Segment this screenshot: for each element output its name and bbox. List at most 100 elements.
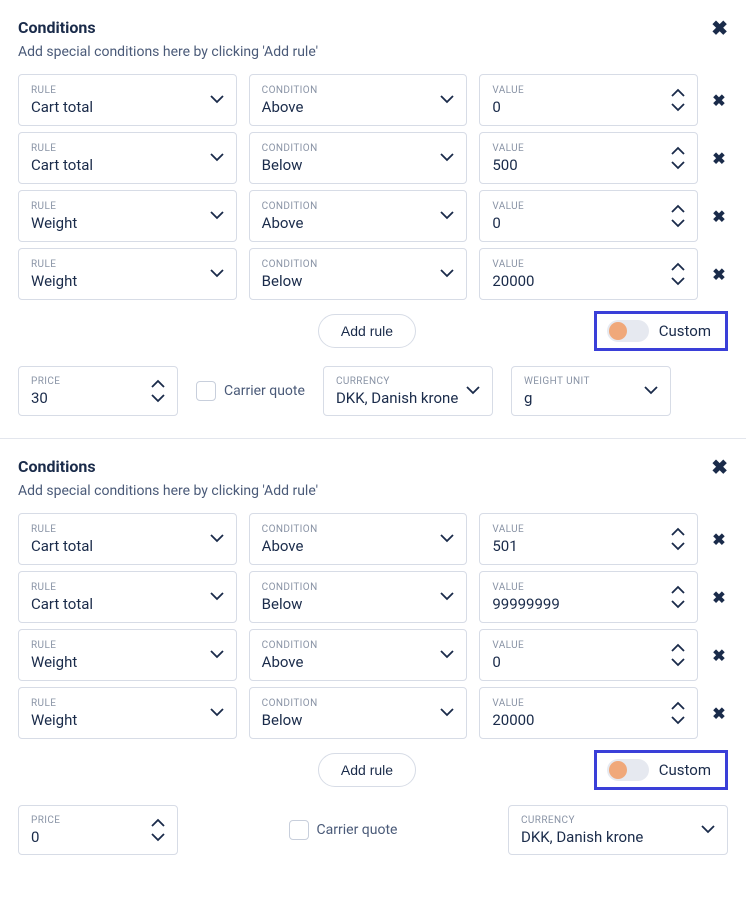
- section-subtitle: Add special conditions here by clicking …: [18, 44, 728, 60]
- stepper-arrows[interactable]: [671, 146, 685, 170]
- add-rule-button[interactable]: Add rule: [318, 753, 416, 787]
- value-stepper[interactable]: VALUE0: [479, 74, 698, 126]
- chevron-up-icon[interactable]: [671, 88, 685, 97]
- rule-row: RULECart totalCONDITIONAboveVALUE0 ✖: [18, 74, 728, 126]
- chevron-up-icon[interactable]: [151, 818, 165, 827]
- add-rule-button[interactable]: Add rule: [318, 314, 416, 348]
- chevron-down-icon: [210, 95, 224, 105]
- chevron-up-icon[interactable]: [671, 204, 685, 213]
- value-stepper[interactable]: VALUE501: [479, 513, 698, 565]
- field-label: VALUE: [492, 259, 671, 270]
- delete-rule-icon[interactable]: ✖: [710, 149, 728, 168]
- value-stepper[interactable]: VALUE20000: [479, 687, 698, 739]
- value-stepper[interactable]: VALUE0: [479, 190, 698, 242]
- value-stepper[interactable]: VALUE500: [479, 132, 698, 184]
- chevron-down-icon[interactable]: [671, 161, 685, 170]
- delete-rule-icon[interactable]: ✖: [710, 646, 728, 665]
- chevron-down-icon: [440, 708, 454, 718]
- chevron-down-icon[interactable]: [151, 833, 165, 842]
- rule-select[interactable]: RULE Weight: [18, 629, 237, 681]
- field-label: RULE: [31, 640, 210, 651]
- stepper-arrows[interactable]: [671, 701, 685, 725]
- field-value: Above: [262, 537, 441, 555]
- field-label: PRICE: [31, 376, 151, 387]
- chevron-down-icon[interactable]: [151, 394, 165, 403]
- stepper-arrows[interactable]: [671, 643, 685, 667]
- chevron-down-icon: [440, 95, 454, 105]
- close-icon[interactable]: ✖: [711, 18, 728, 38]
- field-label: CONDITION: [262, 582, 441, 593]
- field-value: Cart total: [31, 98, 210, 116]
- condition-select[interactable]: CONDITIONAbove: [249, 190, 468, 242]
- field-value: Weight: [31, 653, 210, 671]
- custom-toggle-label: Custom: [659, 322, 711, 340]
- delete-rule-icon[interactable]: ✖: [710, 91, 728, 110]
- condition-select[interactable]: CONDITIONBelow: [249, 248, 468, 300]
- condition-select[interactable]: CONDITIONBelow: [249, 687, 468, 739]
- field-label: CURRENCY: [521, 815, 701, 826]
- price-stepper[interactable]: PRICE30: [18, 366, 178, 416]
- section-subtitle: Add special conditions here by clicking …: [18, 483, 728, 499]
- chevron-up-icon[interactable]: [671, 585, 685, 594]
- field-label: CONDITION: [262, 143, 441, 154]
- condition-select[interactable]: CONDITIONAbove: [249, 513, 468, 565]
- chevron-down-icon: [210, 269, 224, 279]
- chevron-up-icon[interactable]: [671, 701, 685, 710]
- chevron-up-icon[interactable]: [671, 643, 685, 652]
- price-stepper[interactable]: PRICE0: [18, 805, 178, 855]
- close-icon[interactable]: ✖: [711, 457, 728, 477]
- rule-select[interactable]: RULECart total: [18, 571, 237, 623]
- rule-select[interactable]: RULEWeight: [18, 190, 237, 242]
- field-label: WEIGHT UNIT: [524, 376, 644, 387]
- chevron-down-icon[interactable]: [671, 103, 685, 112]
- delete-rule-icon[interactable]: ✖: [710, 530, 728, 549]
- condition-select[interactable]: CONDITIONBelow: [249, 571, 468, 623]
- stepper-arrows[interactable]: [151, 818, 165, 842]
- delete-rule-icon[interactable]: ✖: [710, 704, 728, 723]
- rule-select[interactable]: RULECart total: [18, 74, 237, 126]
- carrier-quote-checkbox[interactable]: [196, 381, 216, 401]
- delete-rule-icon[interactable]: ✖: [710, 588, 728, 607]
- carrier-quote-checkbox[interactable]: [289, 820, 309, 840]
- value-stepper[interactable]: VALUE99999999: [479, 571, 698, 623]
- chevron-up-icon[interactable]: [671, 262, 685, 271]
- value-stepper[interactable]: VALUE20000: [479, 248, 698, 300]
- rule-select[interactable]: RULEWeight: [18, 687, 237, 739]
- chevron-down-icon[interactable]: [671, 277, 685, 286]
- chevron-down-icon[interactable]: [671, 600, 685, 609]
- field-value: Cart total: [31, 537, 210, 555]
- chevron-down-icon[interactable]: [671, 658, 685, 667]
- custom-toggle-label: Custom: [659, 761, 711, 779]
- currency-select[interactable]: CURRENCYDKK, Danish krone: [323, 366, 493, 416]
- chevron-down-icon[interactable]: [671, 219, 685, 228]
- chevron-up-icon[interactable]: [151, 379, 165, 388]
- condition-select[interactable]: CONDITIONAbove: [249, 74, 468, 126]
- stepper-arrows[interactable]: [671, 204, 685, 228]
- condition-select[interactable]: CONDITIONBelow: [249, 132, 468, 184]
- chevron-down-icon: [210, 534, 224, 544]
- custom-toggle[interactable]: [607, 759, 649, 781]
- stepper-arrows[interactable]: [151, 379, 165, 403]
- chevron-down-icon: [440, 269, 454, 279]
- rule-select[interactable]: RULECart total: [18, 132, 237, 184]
- custom-toggle[interactable]: [607, 320, 649, 342]
- stepper-arrows[interactable]: [671, 585, 685, 609]
- value-stepper[interactable]: VALUE0: [479, 629, 698, 681]
- stepper-arrows[interactable]: [671, 88, 685, 112]
- rule-select[interactable]: RULECart total: [18, 513, 237, 565]
- chevron-up-icon[interactable]: [671, 146, 685, 155]
- chevron-down-icon[interactable]: [671, 716, 685, 725]
- chevron-up-icon[interactable]: [671, 527, 685, 536]
- weight-unit-select[interactable]: WEIGHT UNIT g: [511, 366, 671, 416]
- currency-select[interactable]: CURRENCYDKK, Danish krone: [508, 805, 728, 855]
- condition-select[interactable]: CONDITIONAbove: [249, 629, 468, 681]
- delete-rule-icon[interactable]: ✖: [710, 265, 728, 284]
- stepper-arrows[interactable]: [671, 527, 685, 551]
- chevron-down-icon[interactable]: [671, 542, 685, 551]
- field-label: CONDITION: [262, 640, 441, 651]
- field-value: g: [524, 389, 644, 407]
- rule-select[interactable]: RULEWeight: [18, 248, 237, 300]
- chevron-down-icon: [644, 386, 658, 396]
- delete-rule-icon[interactable]: ✖: [710, 207, 728, 226]
- stepper-arrows[interactable]: [671, 262, 685, 286]
